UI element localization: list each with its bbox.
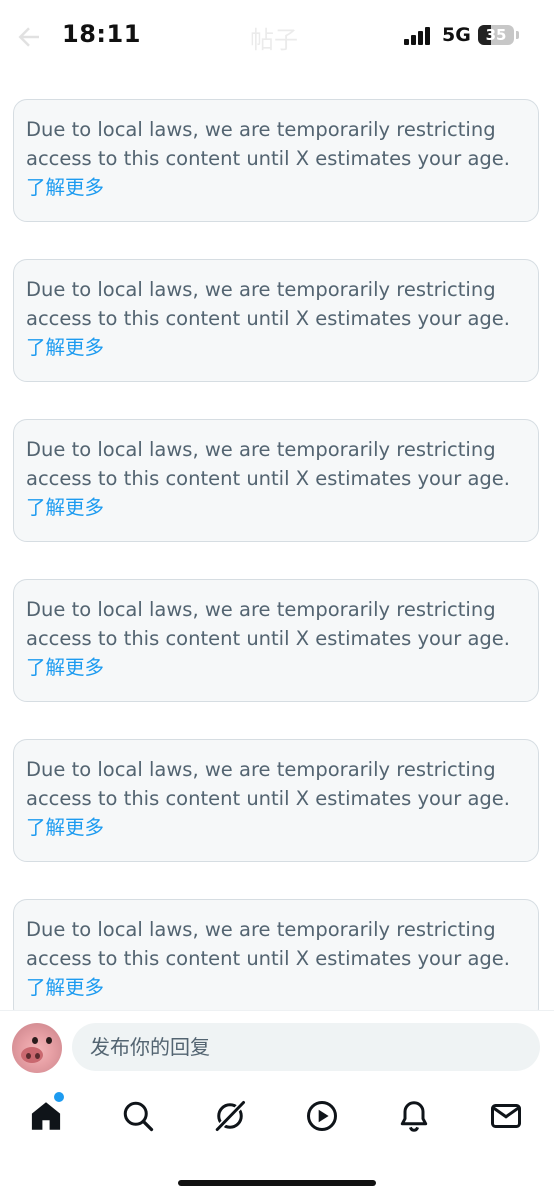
notice-message: Due to local laws, we are temporarily re… [26,598,511,650]
avatar[interactable] [12,1023,62,1073]
notice-text: Due to local laws, we are temporarily re… [26,595,532,682]
learn-more-link[interactable]: 了解更多 [26,976,104,999]
restricted-notice-card: Due to local laws, we are temporarily re… [13,99,539,222]
learn-more-link[interactable]: 了解更多 [26,816,104,839]
restricted-notice-card: Due to local laws, we are temporarily re… [13,899,539,1022]
battery-tip [516,31,519,39]
reply-bar: 发布你的回复 [0,1010,554,1083]
notice-text: Due to local laws, we are temporarily re… [26,435,532,522]
notice-message: Due to local laws, we are temporarily re… [26,918,511,970]
notification-dot [52,1090,66,1104]
learn-more-link[interactable]: 了解更多 [26,176,104,199]
notice-text: Due to local laws, we are temporarily re… [26,115,532,202]
notice-message: Due to local laws, we are temporarily re… [26,118,511,170]
battery-percent: 35 [485,26,507,44]
network-type: 5G [442,24,471,46]
restricted-notice-card: Due to local laws, we are temporarily re… [13,579,539,702]
status-time: 18:11 [62,20,141,48]
play-icon [307,1101,337,1131]
learn-more-link[interactable]: 了解更多 [26,336,104,359]
notice-message: Due to local laws, we are temporarily re… [26,758,511,810]
bell-icon [400,1101,428,1132]
tab-notifications[interactable] [396,1098,432,1134]
search-icon [123,1101,154,1132]
signal-strength-icon [404,27,436,45]
restricted-notice-card: Due to local laws, we are temporarily re… [13,419,539,542]
restricted-notice-card: Due to local laws, we are temporarily re… [13,739,539,862]
learn-more-link[interactable]: 了解更多 [26,496,104,519]
battery-icon: 35 [478,25,514,45]
status-bar: 帖子 18:11 5G 35 [0,0,554,70]
notice-message: Due to local laws, we are temporarily re… [26,278,511,330]
tab-search[interactable] [120,1098,156,1134]
arrow-left-icon[interactable] [14,22,44,52]
screen: Due to local laws, we are temporarily re… [0,0,554,1200]
page-title: 帖子 [250,26,298,54]
notice-message: Due to local laws, we are temporarily re… [26,438,511,490]
restricted-notice-card: Due to local laws, we are temporarily re… [13,259,539,382]
home-indicator[interactable] [178,1180,376,1186]
mail-icon [491,1104,521,1128]
notice-text: Due to local laws, we are temporarily re… [26,275,532,362]
grok-icon [215,1101,245,1131]
learn-more-link[interactable]: 了解更多 [26,656,104,679]
reply-input[interactable]: 发布你的回复 [72,1023,540,1071]
notice-text: Due to local laws, we are temporarily re… [26,915,532,1002]
tab-video[interactable] [304,1098,340,1134]
notice-text: Due to local laws, we are temporarily re… [26,755,532,842]
tab-messages[interactable] [488,1098,524,1134]
tab-grok[interactable] [212,1098,248,1134]
